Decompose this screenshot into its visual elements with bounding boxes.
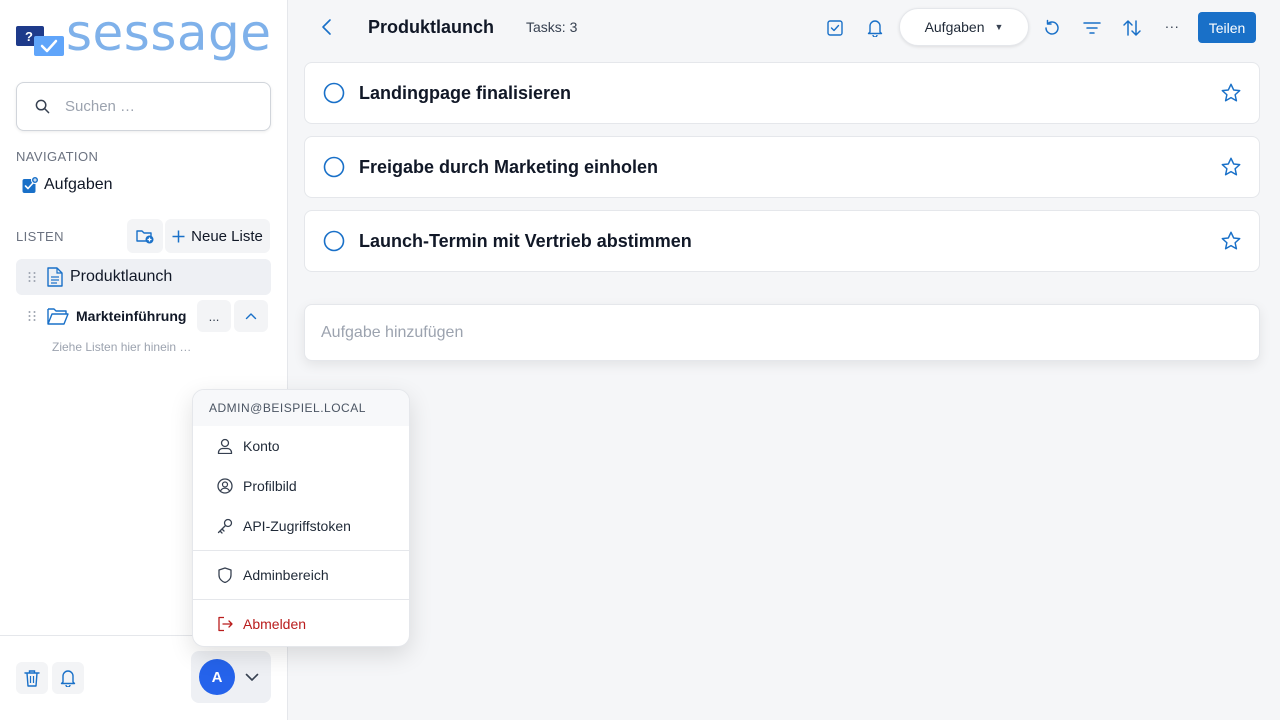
trash-icon: [24, 669, 40, 687]
checkbox-toggle-icon[interactable]: [824, 17, 846, 39]
search-input[interactable]: [65, 98, 245, 115]
user-menu: ADMIN@BEISPIEL.LOCAL Konto Profilbild AP…: [192, 389, 410, 647]
navigation-section-label: NAVIGATION: [16, 149, 99, 164]
menu-item-api-tokens[interactable]: API-Zugriffstoken: [193, 506, 409, 546]
plus-icon: [172, 230, 185, 243]
shield-icon: [217, 567, 233, 583]
filter-icon[interactable]: [1081, 17, 1103, 39]
new-folder-button[interactable]: [127, 219, 163, 253]
more-label: ...: [208, 308, 220, 324]
caret-down-icon: ▼: [994, 22, 1004, 32]
list-more-button[interactable]: ...: [197, 300, 231, 332]
star-icon[interactable]: [1220, 230, 1242, 252]
search-box[interactable]: [16, 82, 271, 131]
add-task-input[interactable]: [321, 323, 1221, 342]
document-icon: [47, 267, 63, 287]
share-button[interactable]: Teilen: [1198, 12, 1256, 43]
avatar: A: [199, 659, 235, 695]
drag-handle-icon[interactable]: [27, 310, 37, 322]
sidebar-list-markteinfuehrung[interactable]: Markteinführung: [16, 298, 196, 334]
menu-item-label: API-Zugriffstoken: [243, 518, 351, 534]
task-card[interactable]: Landingpage finalisieren: [304, 62, 1260, 124]
logout-icon: [217, 616, 233, 632]
task-card[interactable]: Launch-Termin mit Vertrieb abstimmen: [304, 210, 1260, 272]
sort-icon[interactable]: [1121, 17, 1143, 39]
task-title: Freigabe durch Marketing einholen: [359, 156, 659, 177]
add-task-box[interactable]: [304, 304, 1260, 361]
task-checkbox-circle-icon[interactable]: [323, 156, 345, 178]
drag-handle-icon[interactable]: [27, 271, 37, 283]
view-select[interactable]: Aufgaben ▼: [899, 8, 1029, 46]
sidebar-list-produktlaunch[interactable]: Produktlaunch: [16, 259, 271, 295]
lists-section-label: LISTEN: [16, 229, 64, 244]
user-icon: [217, 438, 233, 454]
new-list-label: Neue Liste: [191, 227, 263, 245]
star-icon[interactable]: [1220, 156, 1242, 178]
chevron-up-icon: [245, 312, 257, 320]
user-email: ADMIN@BEISPIEL.LOCAL: [193, 390, 409, 426]
page-title: Produktlaunch: [368, 17, 495, 37]
notifications-button[interactable]: [52, 662, 84, 694]
menu-divider: [193, 550, 409, 551]
profile-picture-icon: [217, 478, 233, 494]
more-options-button[interactable]: ...: [1165, 15, 1180, 31]
folder-icon: [47, 307, 69, 325]
menu-item-abmelden[interactable]: Abmelden: [193, 604, 409, 644]
task-title: Landingpage finalisieren: [359, 82, 572, 103]
task-count: Tasks: 3: [526, 19, 578, 35]
menu-item-label: Profilbild: [243, 478, 297, 494]
list-label: Produktlaunch: [70, 268, 173, 285]
back-icon[interactable]: [319, 18, 335, 36]
logo-text: sessage: [66, 4, 272, 62]
key-icon: [217, 518, 233, 534]
trash-button[interactable]: [16, 662, 48, 694]
user-menu-button[interactable]: A: [191, 651, 271, 703]
view-select-value: Aufgaben: [924, 19, 985, 35]
search-icon: [35, 99, 50, 114]
drop-hint: Ziehe Listen hier hinein …: [52, 340, 192, 354]
nav-item-aufgaben[interactable]: Aufgaben: [22, 176, 113, 194]
nav-item-label: Aufgaben: [44, 176, 113, 193]
menu-item-label: Konto: [243, 438, 280, 454]
task-title: Launch-Termin mit Vertrieb abstimmen: [359, 230, 692, 251]
logo-mark-icon: ?: [16, 12, 66, 58]
folder-plus-icon: [136, 228, 154, 244]
list-label: Markteinführung: [76, 308, 187, 324]
menu-item-label: Adminbereich: [243, 567, 329, 583]
task-checkbox-circle-icon[interactable]: [323, 230, 345, 252]
star-icon[interactable]: [1220, 82, 1242, 104]
new-list-button[interactable]: Neue Liste: [165, 219, 270, 253]
topbar: Produktlaunch Tasks: 3 Aufgaben ▼ ... Te…: [289, 0, 1280, 55]
menu-item-adminbereich[interactable]: Adminbereich: [193, 555, 409, 595]
chevron-down-icon: [245, 673, 259, 682]
list-collapse-button[interactable]: [234, 300, 268, 332]
menu-item-profilbild[interactable]: Profilbild: [193, 466, 409, 506]
bell-icon: [60, 669, 76, 687]
app-logo[interactable]: ? sessage: [16, 8, 272, 58]
svg-text:?: ?: [25, 29, 33, 44]
menu-item-konto[interactable]: Konto: [193, 426, 409, 466]
tasks-icon: [22, 176, 38, 194]
bell-icon[interactable]: [864, 17, 886, 39]
menu-item-label: Abmelden: [243, 616, 307, 632]
task-card[interactable]: Freigabe durch Marketing einholen: [304, 136, 1260, 198]
refresh-icon[interactable]: [1041, 17, 1063, 39]
menu-divider: [193, 599, 409, 600]
task-checkbox-circle-icon[interactable]: [323, 82, 345, 104]
